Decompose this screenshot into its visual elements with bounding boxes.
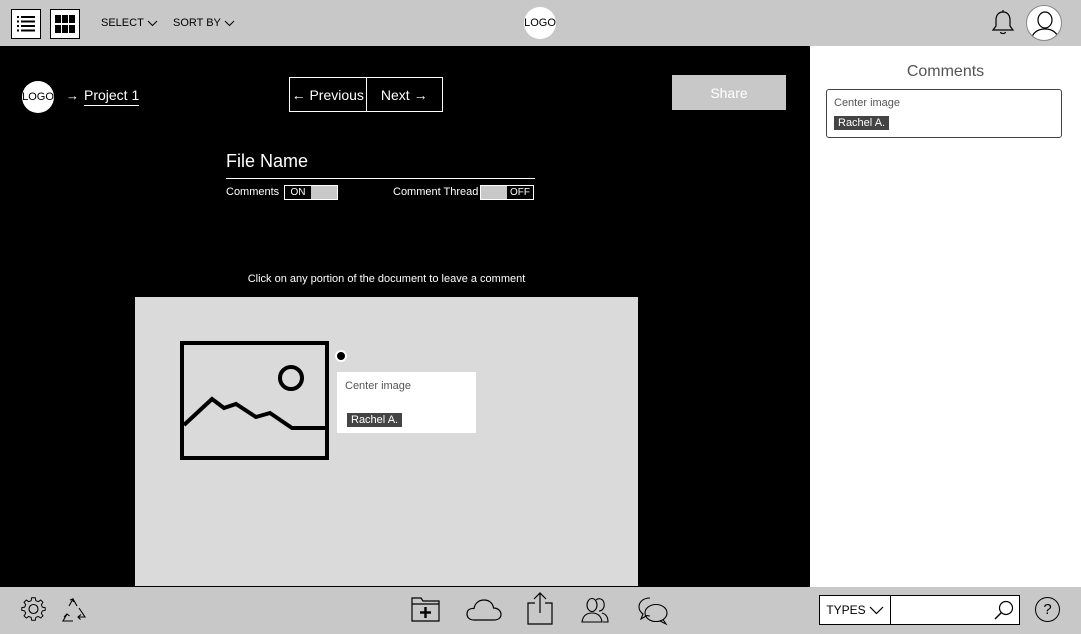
comment-thread-toggle[interactable]: OFF — [480, 185, 534, 200]
types-dropdown[interactable]: TYPES — [819, 595, 891, 625]
new-folder-button[interactable] — [411, 595, 441, 628]
user-avatar[interactable] — [1026, 5, 1062, 41]
help-button[interactable]: ? — [1035, 597, 1060, 622]
share-button[interactable]: Share — [672, 75, 786, 110]
user-icon — [1030, 11, 1060, 40]
select-dropdown[interactable]: SELECT — [101, 17, 158, 29]
share-upload-icon — [527, 592, 553, 625]
document-canvas[interactable]: Center image Rachel A. — [135, 297, 638, 586]
cloud-icon — [466, 599, 502, 621]
comments-toggle-label: Comments — [226, 186, 280, 198]
search-icon[interactable] — [993, 599, 1015, 621]
comment-text: Center image — [834, 97, 901, 109]
chat-button[interactable] — [637, 596, 669, 631]
chat-bubbles-icon — [638, 597, 668, 626]
bell-icon — [991, 10, 1015, 35]
upload-button[interactable] — [526, 591, 554, 630]
next-button[interactable]: Next → — [367, 78, 443, 111]
file-name-divider — [226, 178, 535, 179]
comments-toggle-state: ON — [285, 186, 311, 199]
comments-panel-title: Comments — [906, 63, 985, 80]
cloud-button[interactable] — [466, 598, 502, 627]
grid-icon — [55, 15, 75, 33]
comment-pin[interactable] — [335, 350, 347, 362]
pager: ← Previous Next → — [289, 77, 443, 112]
chevron-down-icon — [224, 20, 235, 26]
recycle-icon — [62, 597, 87, 622]
comment-author-tag: Rachel A. — [834, 116, 890, 130]
image-placeholder-icon — [180, 341, 329, 460]
users-icon — [581, 597, 609, 623]
comment-thread-toggle-state: OFF — [507, 186, 533, 199]
list-icon — [17, 16, 35, 32]
chevron-down-icon — [147, 20, 158, 26]
comment-card[interactable]: Center image Rachel A. — [826, 89, 1062, 138]
breadcrumb-project-link[interactable]: Project 1 — [84, 87, 140, 106]
team-button[interactable] — [580, 596, 610, 629]
list-view-button[interactable] — [11, 9, 41, 39]
comments-panel: Comments Center image Rachel A. — [810, 46, 1081, 587]
comment-hint: Click on any portion of the document to … — [247, 273, 526, 285]
grid-view-button[interactable] — [50, 9, 80, 39]
chevron-down-icon — [869, 606, 884, 614]
settings-button[interactable] — [20, 596, 48, 629]
previous-button[interactable]: ← Previous — [290, 78, 367, 111]
folder-add-icon — [411, 597, 440, 622]
search-box — [891, 595, 1020, 625]
comments-toggle[interactable]: ON — [284, 185, 338, 200]
project-logo: LOGO — [22, 81, 54, 113]
sort-by-dropdown[interactable]: SORT BY — [173, 17, 235, 29]
recycle-button[interactable] — [58, 595, 90, 630]
bottom-toolbar: TYPES ? — [0, 587, 1081, 634]
top-toolbar: SELECT SORT BY LOGO — [0, 0, 1081, 46]
toggle-knob — [311, 186, 337, 199]
sort-by-label: SORT BY — [173, 17, 221, 29]
select-label: SELECT — [101, 17, 144, 29]
notifications-button[interactable] — [990, 9, 1016, 42]
types-label: TYPES — [826, 603, 866, 617]
comment-thread-toggle-label: Comment Thread — [393, 186, 479, 198]
comment-author-tag: Rachel A. — [347, 413, 403, 427]
gear-icon — [21, 597, 46, 621]
comment-popup[interactable]: Center image Rachel A. — [337, 372, 476, 433]
search-input[interactable] — [895, 600, 990, 620]
file-name-title: File Name — [226, 151, 309, 171]
toggle-knob — [481, 186, 507, 199]
breadcrumb-arrow: → — [66, 88, 79, 103]
comment-text: Center image — [345, 380, 412, 392]
app-logo[interactable]: LOGO — [524, 7, 556, 39]
